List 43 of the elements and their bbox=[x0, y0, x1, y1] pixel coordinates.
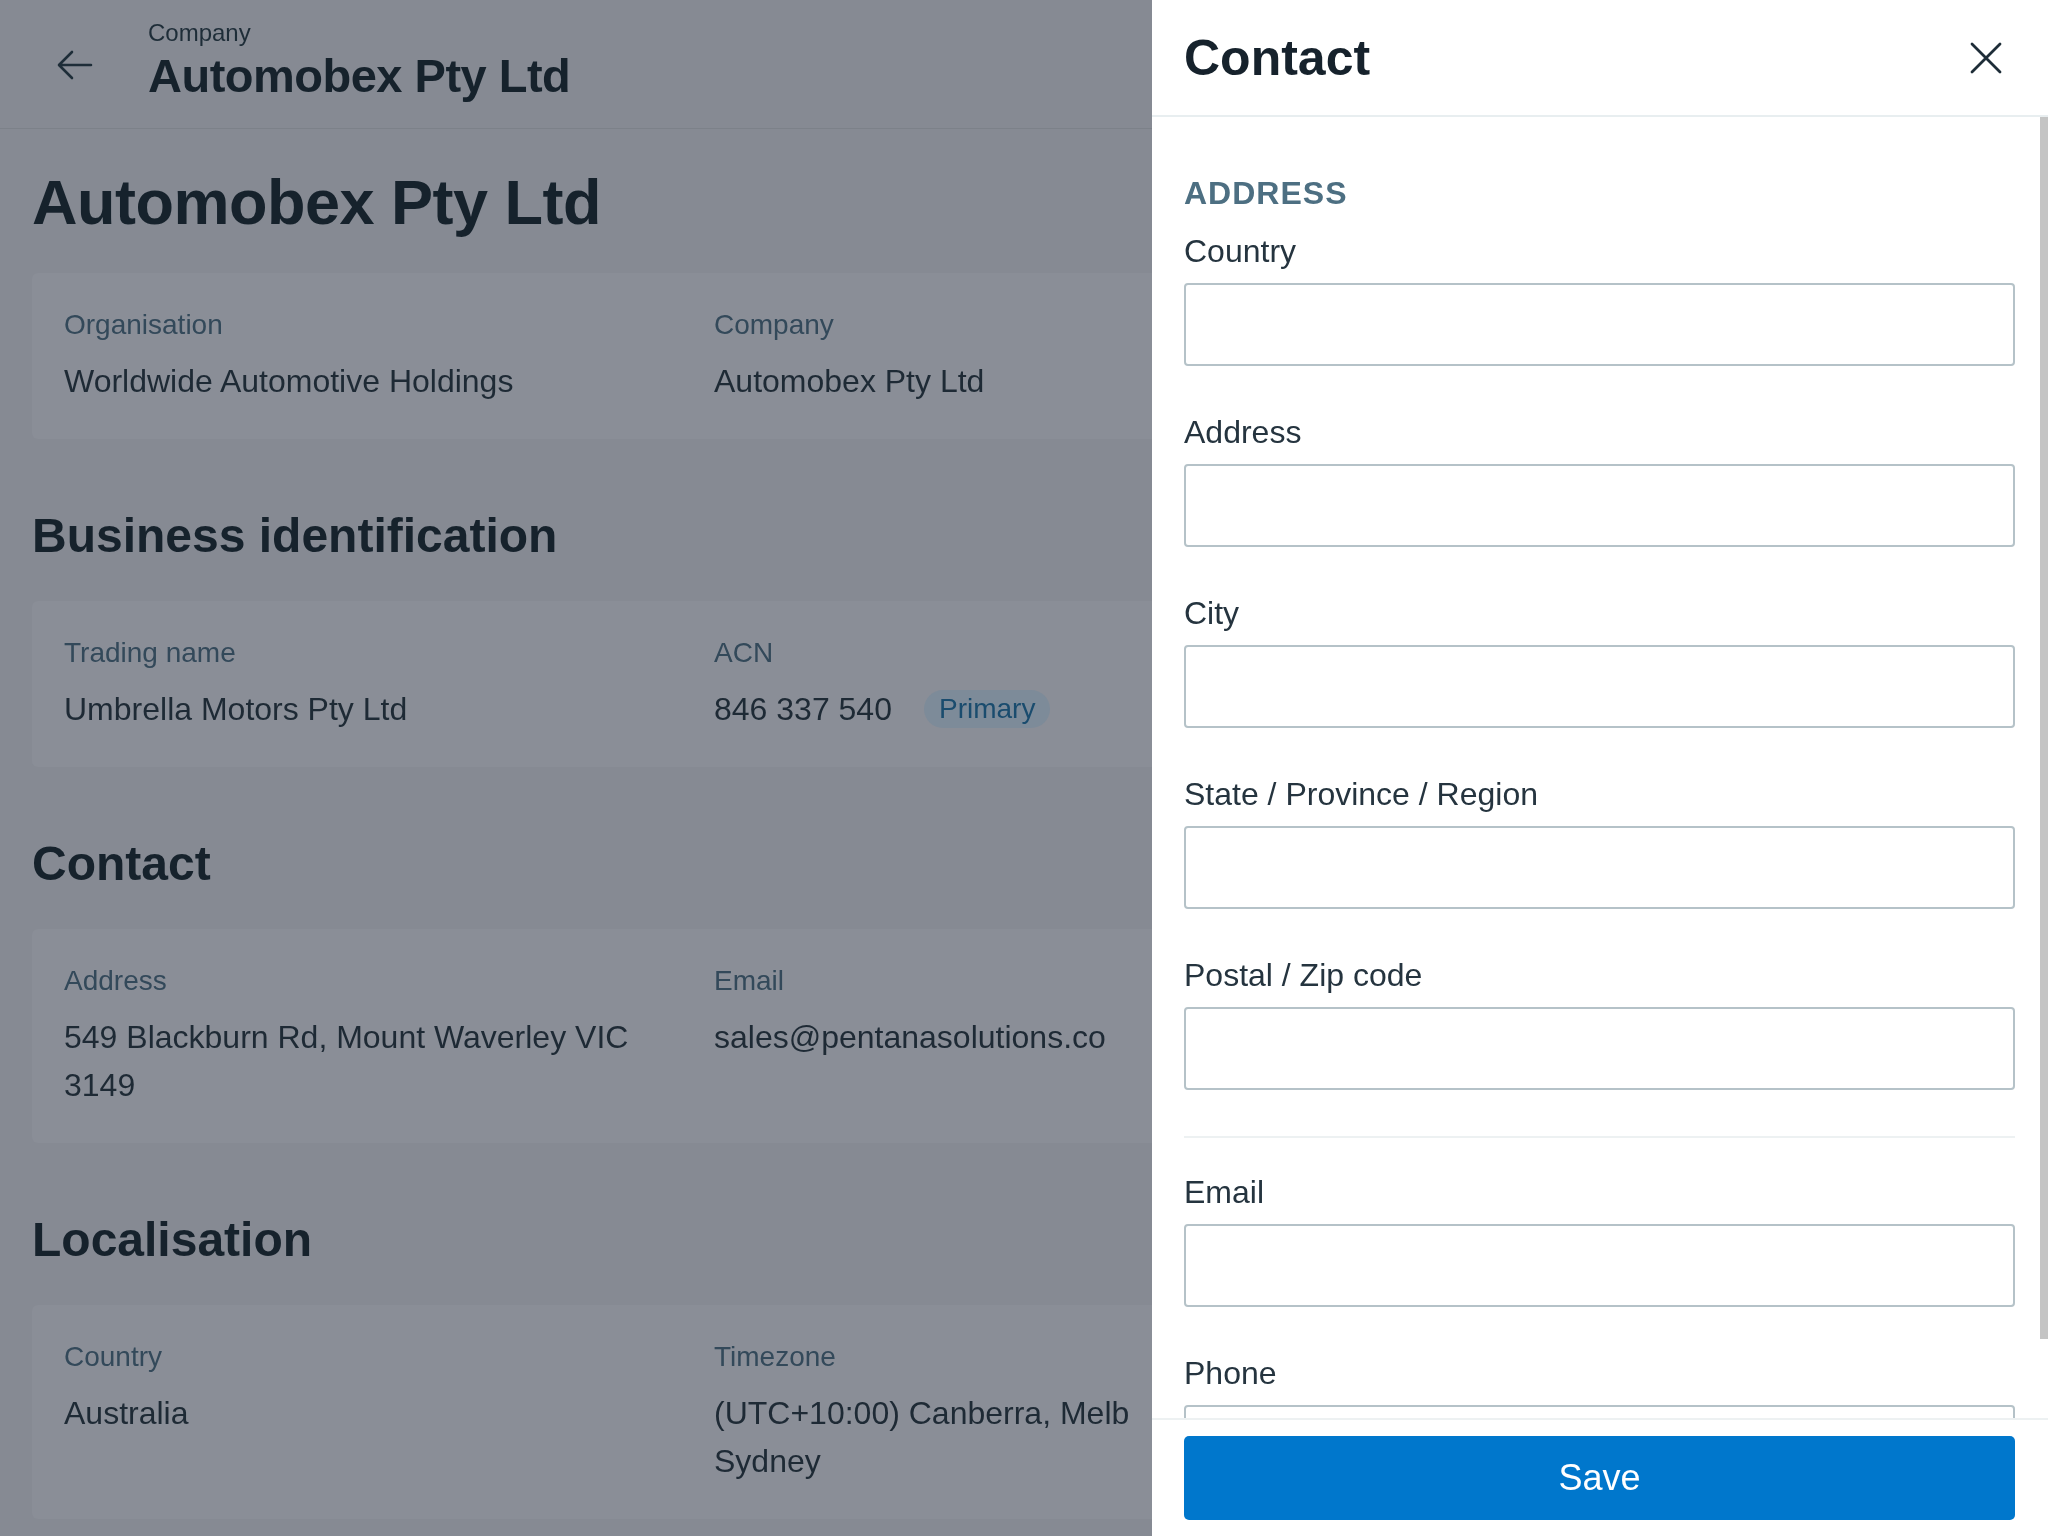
field-label: Postal / Zip code bbox=[1184, 956, 1424, 995]
field-label: Country bbox=[64, 1340, 164, 1374]
close-icon bbox=[1969, 40, 2003, 75]
field-value: 549 Blackburn Rd, Mount Waverley VIC 3149 bbox=[64, 1018, 630, 1105]
field-label: Email bbox=[714, 964, 785, 998]
input-field[interactable] bbox=[1184, 1224, 2015, 1307]
field-value: Automobex Pty Ltd bbox=[714, 362, 985, 401]
field-label: City bbox=[1184, 594, 1241, 633]
group-heading: ADDRESS bbox=[1184, 174, 1349, 213]
input-field[interactable] bbox=[1184, 283, 2015, 366]
section-heading: Localisation bbox=[32, 1212, 314, 1268]
field-label: Address bbox=[1184, 413, 1303, 452]
section-heading: Contact bbox=[32, 836, 212, 892]
field-label: Phone bbox=[1184, 1354, 1278, 1393]
scrollbar[interactable] bbox=[2040, 117, 2048, 1339]
field-value: (UTC+10:00) Canberra, Melb Sydney bbox=[714, 1394, 1130, 1481]
status-badge: Primary bbox=[923, 690, 1051, 728]
save-button[interactable]: Save bbox=[1184, 1436, 2015, 1520]
field-label: State / Province / Region bbox=[1184, 775, 1539, 814]
field-value: 846 337 540 bbox=[714, 690, 892, 729]
field-value: Worldwide Automotive Holdings bbox=[64, 362, 514, 401]
field-label: Country bbox=[1184, 232, 1298, 271]
field-label: Address bbox=[64, 964, 168, 998]
input-field[interactable] bbox=[1184, 645, 2015, 728]
section-heading: Business identification bbox=[32, 508, 559, 564]
input-field[interactable] bbox=[1184, 464, 2015, 547]
drawer-title: Contact bbox=[1184, 28, 1371, 87]
header-eyebrow: Company bbox=[148, 18, 252, 48]
field-label: Timezone bbox=[714, 1340, 837, 1374]
input-field[interactable] bbox=[1184, 826, 2015, 909]
field-value: Umbrella Motors Pty Ltd bbox=[64, 690, 408, 729]
input-field[interactable] bbox=[1184, 1007, 2015, 1090]
field-value: Australia bbox=[64, 1394, 189, 1433]
field-label: Trading name bbox=[64, 636, 237, 670]
field-label: Email bbox=[1184, 1173, 1265, 1212]
back-arrow-icon bbox=[57, 50, 93, 80]
header-title: Automobex Pty Ltd bbox=[148, 48, 571, 104]
field-label: ACN bbox=[714, 636, 775, 670]
field-label: Company bbox=[714, 308, 835, 342]
page-title: Automobex Pty Ltd bbox=[32, 166, 602, 239]
back-button[interactable] bbox=[56, 48, 94, 82]
field-label: Organisation bbox=[64, 308, 224, 342]
field-value: sales@pentanasolutions.co bbox=[714, 1018, 1106, 1057]
